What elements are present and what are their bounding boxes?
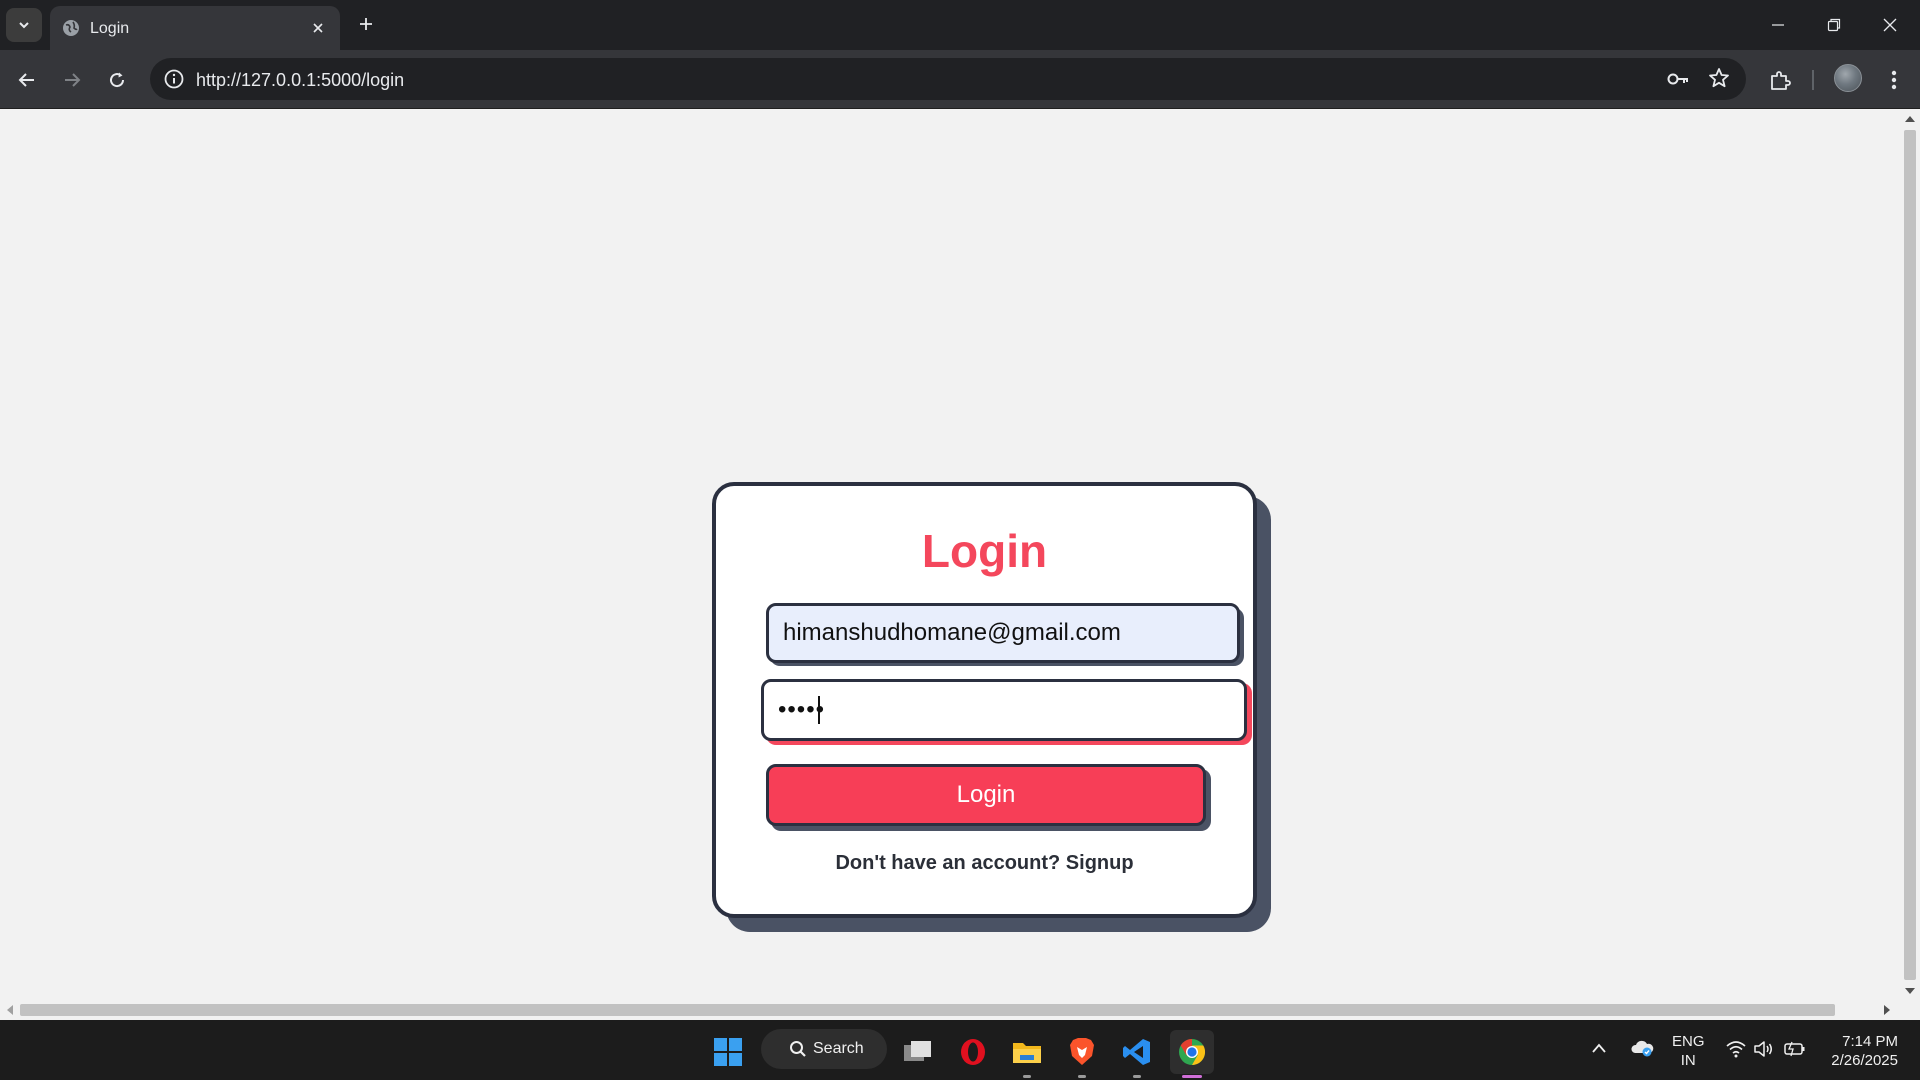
globe-icon bbox=[63, 20, 79, 36]
volume-icon[interactable] bbox=[1753, 1040, 1773, 1058]
url-text[interactable]: http://127.0.0.1:5000/login bbox=[196, 70, 404, 91]
taskbar-search-label: Search bbox=[813, 1040, 864, 1057]
login-title: Login bbox=[921, 525, 1048, 577]
restore-button[interactable] bbox=[1806, 0, 1862, 50]
taskbar-file-explorer[interactable] bbox=[1005, 1030, 1049, 1078]
restore-icon bbox=[1827, 18, 1841, 32]
active-indicator bbox=[1182, 1075, 1202, 1078]
text-cursor bbox=[818, 696, 820, 724]
password-key-icon[interactable] bbox=[1666, 68, 1690, 90]
minimize-icon bbox=[1772, 24, 1784, 26]
reload-button[interactable] bbox=[99, 62, 135, 98]
folder-icon bbox=[1013, 1043, 1041, 1063]
profile-avatar[interactable] bbox=[1834, 64, 1862, 92]
chevron-up-icon[interactable] bbox=[1591, 1042, 1607, 1054]
extensions-button[interactable] bbox=[1762, 62, 1798, 98]
password-field[interactable] bbox=[761, 679, 1247, 741]
vertical-scrollbar[interactable] bbox=[1900, 110, 1920, 1000]
arrow-right-icon bbox=[65, 73, 81, 87]
tab-title: Login bbox=[90, 20, 130, 37]
wifi-icon[interactable] bbox=[1725, 1040, 1747, 1058]
taskbar-brave[interactable] bbox=[1060, 1030, 1104, 1078]
reload-icon bbox=[110, 72, 125, 88]
scroll-down-arrow[interactable] bbox=[1905, 988, 1915, 994]
tab-close-button[interactable] bbox=[304, 14, 332, 42]
taskbar-search[interactable]: Search bbox=[761, 1029, 887, 1069]
taskbar-vscode[interactable] bbox=[1115, 1030, 1159, 1078]
email-field[interactable] bbox=[766, 603, 1240, 663]
vscode-icon bbox=[1123, 1039, 1150, 1065]
horizontal-scrollbar[interactable] bbox=[0, 1000, 1920, 1020]
toolbar-divider bbox=[1812, 70, 1814, 90]
brave-icon bbox=[1070, 1038, 1094, 1065]
browser-tab[interactable]: Login bbox=[50, 6, 340, 50]
login-button[interactable]: Login bbox=[766, 764, 1206, 826]
taskbar-opera[interactable] bbox=[951, 1030, 995, 1074]
minimize-button[interactable] bbox=[1750, 0, 1806, 50]
back-button[interactable] bbox=[9, 62, 45, 98]
scroll-right-arrow[interactable] bbox=[1884, 1005, 1890, 1015]
scroll-up-arrow[interactable] bbox=[1905, 116, 1915, 122]
search-icon bbox=[790, 1041, 806, 1057]
start-button[interactable] bbox=[706, 1030, 750, 1074]
task-view-icon bbox=[904, 1041, 931, 1061]
opera-icon bbox=[961, 1039, 985, 1065]
tab-search-button[interactable] bbox=[6, 8, 42, 42]
bookmark-star-icon[interactable] bbox=[1708, 67, 1730, 89]
site-info-icon[interactable] bbox=[162, 67, 186, 91]
taskbar-chrome[interactable] bbox=[1170, 1030, 1214, 1078]
login-card: Login Login Don't have an account? Signu… bbox=[712, 482, 1257, 918]
browser-tabbar: Login bbox=[0, 0, 1920, 50]
scroll-left-arrow[interactable] bbox=[7, 1005, 13, 1015]
vertical-scroll-thumb[interactable] bbox=[1904, 130, 1916, 980]
chrome-icon bbox=[1179, 1038, 1206, 1066]
battery-icon[interactable] bbox=[1784, 1041, 1806, 1057]
language-code: ENG bbox=[1672, 1033, 1705, 1050]
plus-icon bbox=[360, 18, 372, 30]
clock[interactable]: 7:14 PM 2/26/2025 bbox=[1818, 1032, 1898, 1070]
region-code: IN bbox=[1680, 1052, 1696, 1069]
address-bar[interactable]: http://127.0.0.1:5000/login bbox=[150, 58, 1746, 100]
onedrive-sync-icon[interactable] bbox=[1630, 1038, 1654, 1058]
taskbar-task-view[interactable] bbox=[896, 1030, 940, 1074]
signup-prompt-text: Don't have an account? bbox=[835, 852, 1061, 874]
close-icon bbox=[1883, 18, 1897, 32]
running-indicator bbox=[1078, 1075, 1086, 1078]
signup-link[interactable]: Signup bbox=[1066, 852, 1134, 874]
page-viewport: Login Login Don't have an account? Signu… bbox=[0, 110, 1900, 1000]
browser-menu-button[interactable] bbox=[1876, 62, 1912, 98]
browser-toolbar: http://127.0.0.1:5000/login bbox=[0, 50, 1920, 109]
new-tab-button[interactable] bbox=[350, 8, 382, 40]
running-indicator bbox=[1133, 1075, 1141, 1078]
close-icon bbox=[313, 23, 323, 33]
windows-logo-icon bbox=[714, 1038, 742, 1066]
more-vertical-icon bbox=[1891, 70, 1897, 90]
horizontal-scroll-thumb[interactable] bbox=[20, 1004, 1835, 1016]
forward-button[interactable] bbox=[54, 62, 90, 98]
clock-date: 2/26/2025 bbox=[1831, 1052, 1898, 1069]
close-window-button[interactable] bbox=[1862, 0, 1918, 50]
chevron-down-icon bbox=[19, 22, 29, 29]
puzzle-icon bbox=[1771, 71, 1791, 90]
signup-prompt: Don't have an account? Signup bbox=[716, 852, 1253, 875]
clock-time: 7:14 PM bbox=[1842, 1033, 1898, 1050]
language-indicator[interactable]: ENG IN bbox=[1672, 1032, 1705, 1070]
running-indicator bbox=[1023, 1075, 1031, 1078]
taskbar: Search ENG IN 7:14 PM 2/26/2025 bbox=[0, 1020, 1920, 1080]
arrow-left-icon bbox=[18, 73, 34, 87]
